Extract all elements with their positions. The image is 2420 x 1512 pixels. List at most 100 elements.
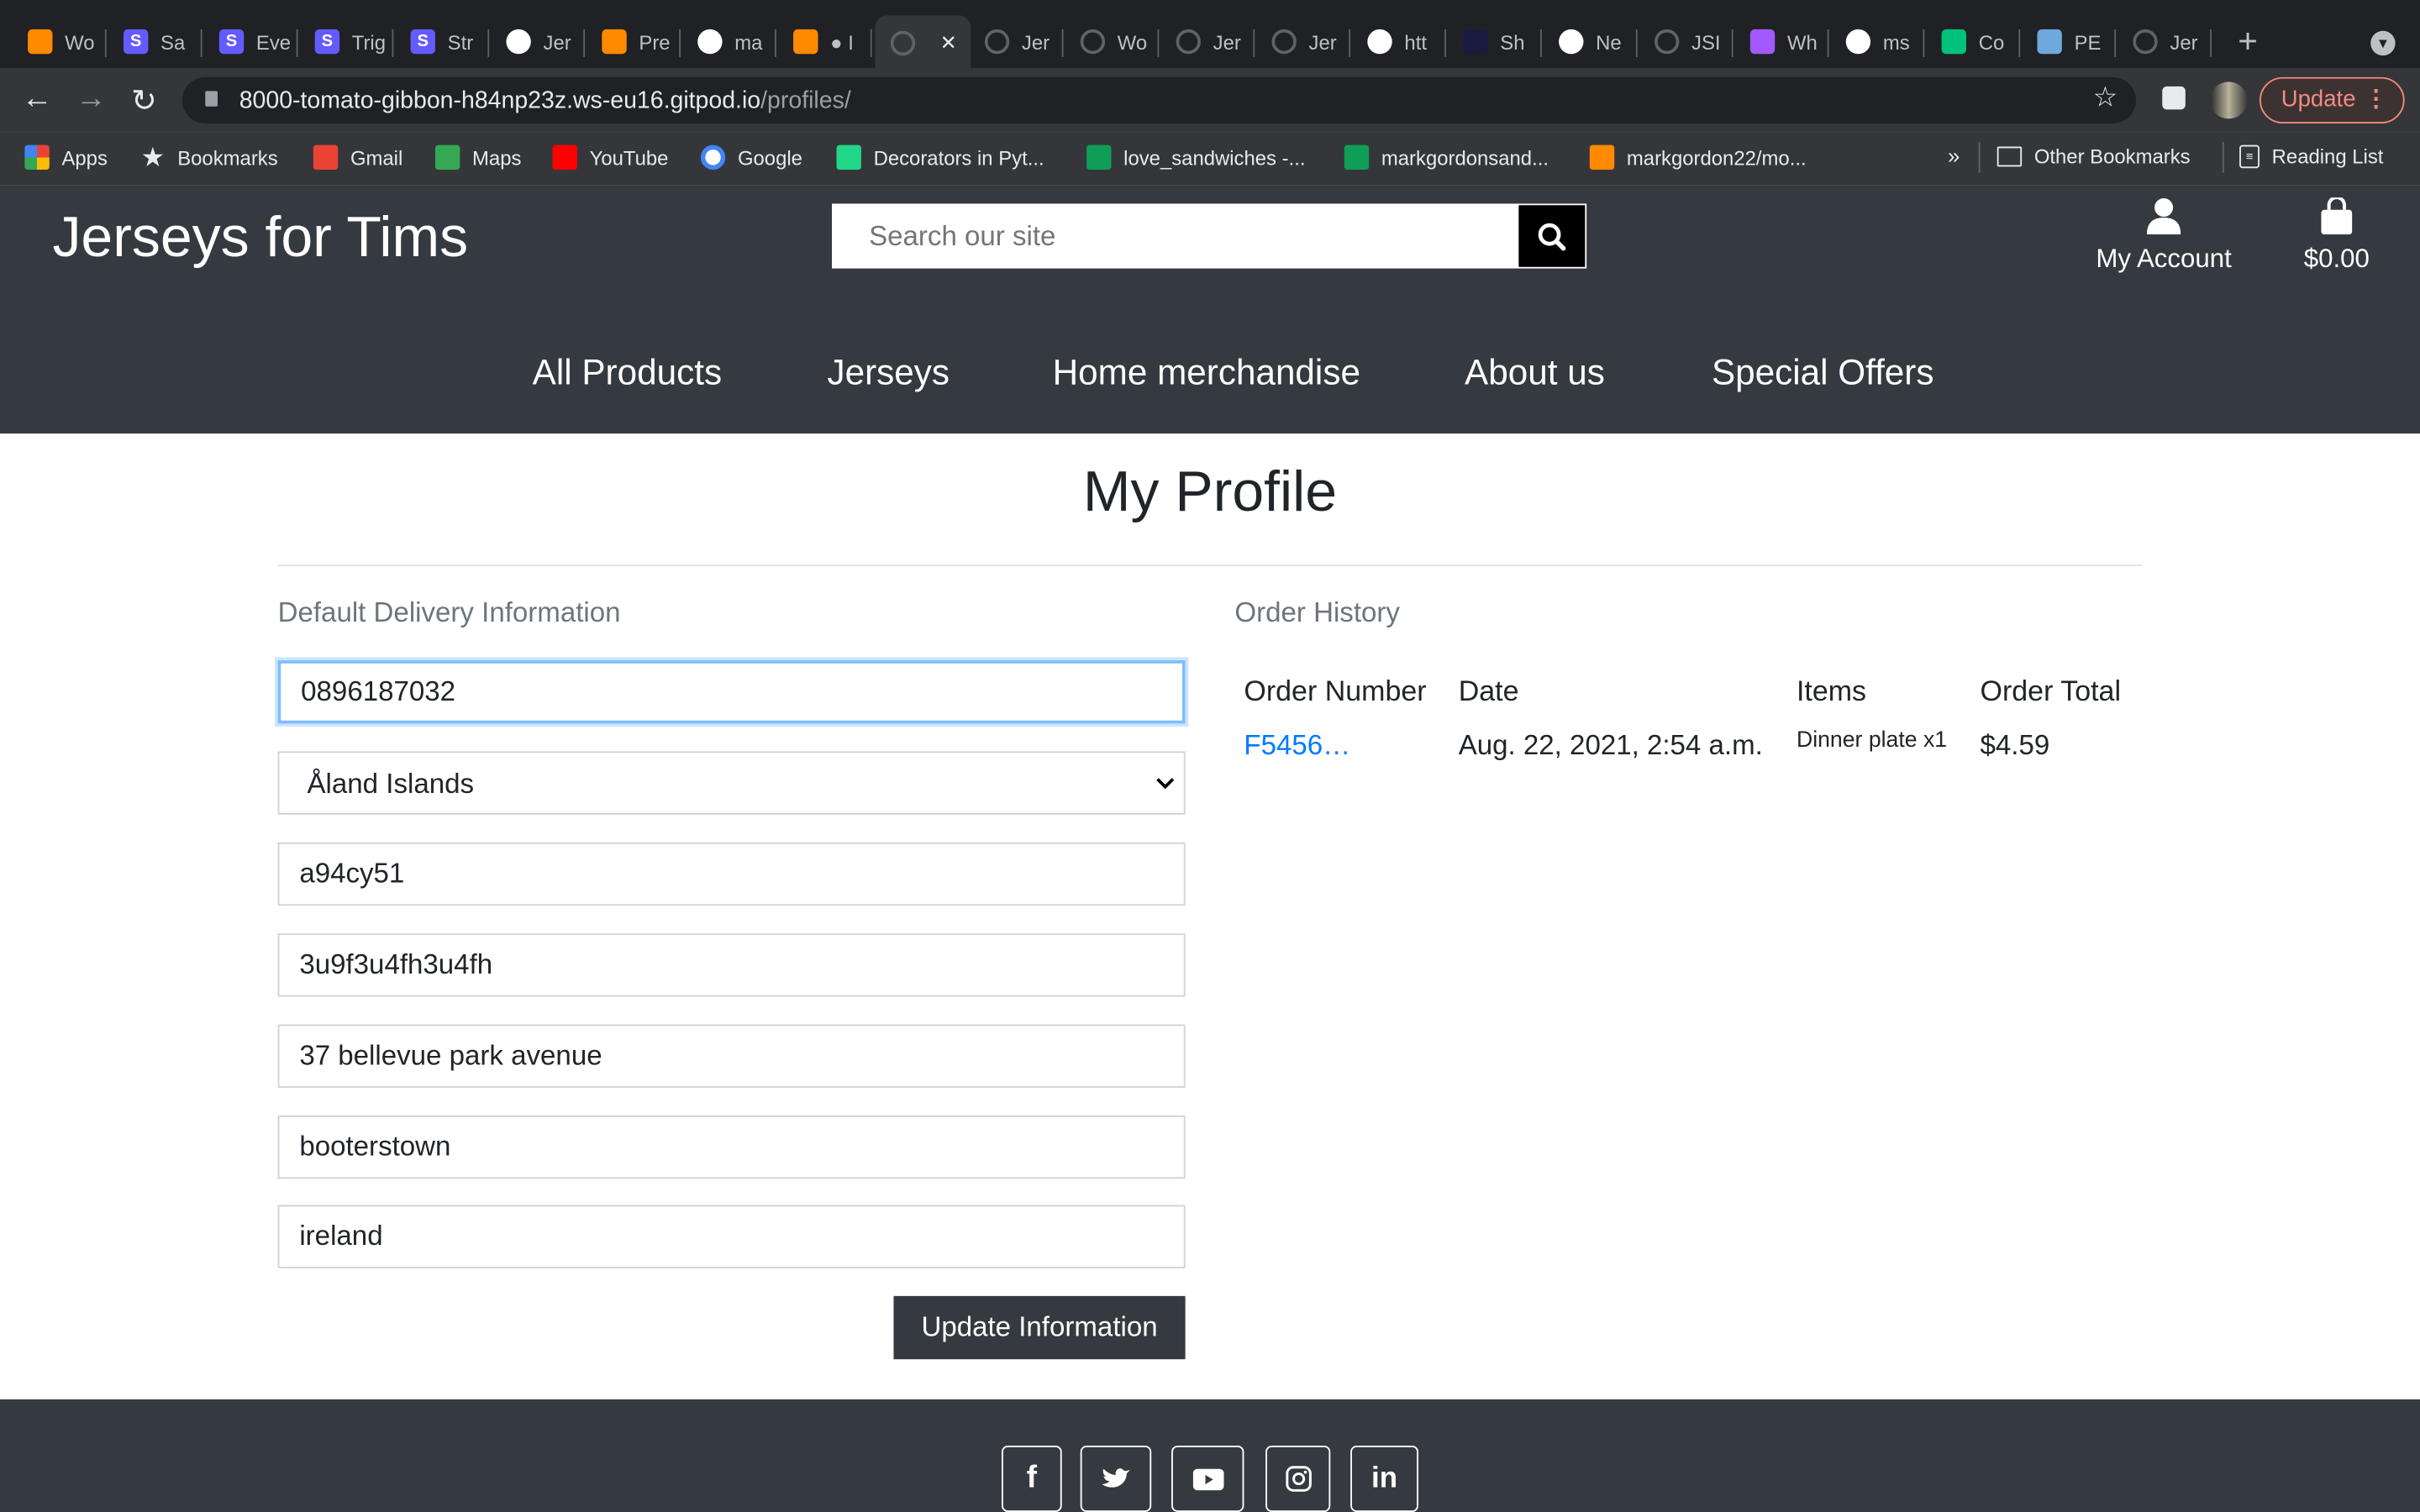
- nav-jerseys[interactable]: Jerseys: [827, 352, 950, 394]
- tab-title: htt: [1404, 29, 1428, 54]
- reload-icon[interactable]: ↻: [131, 81, 157, 120]
- tab-divider: [775, 29, 776, 57]
- column-items: Items: [1796, 674, 1867, 707]
- tab[interactable]: htt: [1352, 15, 1447, 67]
- bookmark-item[interactable]: markgordonsand...: [1344, 144, 1549, 171]
- nav-all-products[interactable]: All Products: [533, 352, 722, 394]
- tab[interactable]: ● I: [778, 15, 872, 67]
- tab[interactable]: S Eve: [203, 15, 298, 67]
- tab-title: Jer: [2170, 29, 2198, 54]
- bookmark-item[interactable]: YouTube: [552, 144, 668, 171]
- tab[interactable]: Jer: [491, 15, 586, 67]
- instagram-link[interactable]: [1265, 1446, 1331, 1512]
- tab-divider: [870, 29, 872, 57]
- facebook-link[interactable]: f: [1002, 1446, 1062, 1512]
- reading-list[interactable]: ≡ Reading List: [2239, 144, 2384, 169]
- bookmark-item[interactable]: Apps: [24, 144, 108, 171]
- bookmark-item[interactable]: Gmail: [313, 144, 403, 171]
- title-divider: [277, 564, 2143, 567]
- town-field[interactable]: [277, 933, 1186, 997]
- tab[interactable]: Jer: [1160, 15, 1255, 67]
- update-information-button[interactable]: Update Information: [893, 1295, 1186, 1360]
- tab-divider: [1923, 29, 1925, 57]
- reading-list-label: Reading List: [2271, 144, 2384, 169]
- tab[interactable]: Pre: [587, 15, 681, 67]
- tab[interactable]: JSI: [1639, 15, 1733, 67]
- bookmark-item[interactable]: Maps: [434, 144, 521, 171]
- tab[interactable]: PE: [2022, 15, 2117, 67]
- site-brand[interactable]: Jerseys for Tims: [52, 205, 468, 270]
- tab[interactable]: Jer: [2118, 15, 2212, 67]
- tab[interactable]: Co: [1926, 15, 2021, 67]
- tab-title: Jer: [1021, 29, 1050, 54]
- bookmark-label: Gmail: [350, 145, 403, 170]
- cart-link[interactable]: $0.00: [2291, 196, 2383, 275]
- nav-about-us[interactable]: About us: [1465, 352, 1605, 394]
- tab[interactable]: S Str: [395, 15, 490, 67]
- street-address-2-field[interactable]: [277, 1115, 1186, 1179]
- tab[interactable]: ma: [682, 15, 776, 67]
- tab-active[interactable]: ✕: [875, 15, 971, 71]
- country-select[interactable]: Åland Islands: [277, 751, 1186, 815]
- tab[interactable]: Wo: [13, 15, 107, 67]
- globe-icon: [2133, 29, 2158, 55]
- bookmark-item[interactable]: markgordon22/mo...: [1589, 144, 1807, 171]
- bookmark-star-icon[interactable]: ☆: [2093, 81, 2118, 114]
- tab-title: ms: [1882, 29, 1910, 54]
- tab[interactable]: Jer: [969, 15, 1064, 67]
- extensions-puzzle-icon[interactable]: [2162, 86, 2186, 110]
- github-icon: [506, 29, 531, 55]
- tab[interactable]: ms: [1830, 15, 1925, 67]
- screen: Wo S Sa S Eve S Trig S Str Jer Pre ma ● I ✕ Jer Wo Jer Je…: [0, 0, 2420, 1512]
- tab[interactable]: Jer: [1256, 15, 1351, 67]
- county-field[interactable]: [277, 1205, 1186, 1268]
- url-path: /profiles/: [760, 87, 851, 114]
- forward-icon[interactable]: →: [76, 81, 107, 117]
- other-bookmarks[interactable]: Other Bookmarks: [1996, 145, 2191, 168]
- profile-avatar[interactable]: [2210, 81, 2248, 119]
- bookmark-item[interactable]: Google: [700, 144, 802, 171]
- tab[interactable]: Wo: [1065, 15, 1160, 67]
- linkedin-link[interactable]: in: [1350, 1446, 1418, 1512]
- google-icon: [1367, 29, 1392, 55]
- globe-icon: [890, 30, 916, 56]
- bookmark-item[interactable]: love_sandwiches -...: [1086, 144, 1305, 171]
- globe-icon: [984, 29, 1010, 55]
- bookmark-item[interactable]: Decorators in Pyt...: [836, 144, 1044, 171]
- order-number-link[interactable]: F5456…: [1244, 730, 1350, 763]
- postcode-field[interactable]: [277, 842, 1186, 906]
- bookmarks-overflow-button[interactable]: »: [1948, 144, 1960, 168]
- search-input[interactable]: [832, 203, 1519, 269]
- tab-search-icon[interactable]: ▼: [2370, 30, 2396, 56]
- update-button[interactable]: Update ⋮: [2259, 76, 2405, 123]
- url-text[interactable]: 8000-tomato-gibbon-h84np23z.ws-eu16.gitp…: [239, 88, 851, 116]
- tab[interactable]: S Sa: [108, 15, 203, 67]
- my-account-link[interactable]: My Account: [2086, 197, 2241, 275]
- new-tab-button[interactable]: +: [2238, 22, 2258, 62]
- tab[interactable]: Sh: [1448, 15, 1542, 67]
- tab-title: Str: [447, 29, 474, 54]
- column-date: Date: [1458, 674, 1519, 707]
- tab-divider: [1540, 29, 1542, 57]
- phone-field[interactable]: [277, 660, 1186, 724]
- order-history-heading: Order History: [1234, 596, 1400, 628]
- youtube-link[interactable]: [1171, 1446, 1244, 1512]
- back-icon[interactable]: ←: [22, 81, 53, 117]
- tab-divider: [1827, 29, 1829, 57]
- twitter-link[interactable]: [1080, 1446, 1152, 1512]
- tab-title: Trig: [351, 29, 387, 54]
- search-button[interactable]: [1518, 205, 1586, 267]
- street-address-1-field[interactable]: [277, 1024, 1186, 1088]
- tab[interactable]: Wh: [1734, 15, 1829, 67]
- nav-special-offers[interactable]: Special Offers: [1712, 352, 1934, 394]
- codeanywhere-icon: [1941, 29, 1967, 55]
- close-tab-icon[interactable]: ✕: [940, 31, 957, 55]
- tab[interactable]: S Trig: [299, 15, 394, 67]
- nav-home-merchandise[interactable]: Home merchandise: [1053, 352, 1360, 394]
- tab[interactable]: Ne: [1544, 15, 1638, 67]
- lock-icon[interactable]: [205, 91, 218, 107]
- chevron-down-icon: [1156, 778, 1175, 790]
- tab-title: Pre: [639, 29, 671, 54]
- divider: [2222, 141, 2224, 173]
- bookmark-item[interactable]: ★ Bookmarks: [140, 145, 277, 171]
